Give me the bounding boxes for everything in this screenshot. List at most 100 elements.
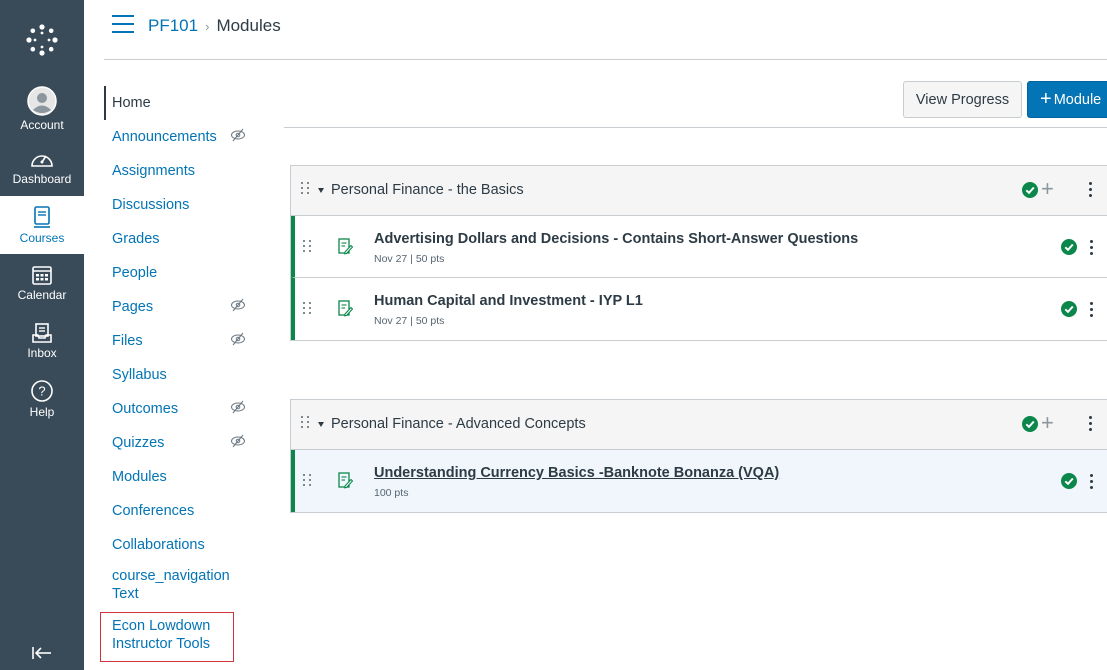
add-module-button[interactable]: + Module: [1027, 81, 1107, 118]
module-item[interactable]: Advertising Dollars and Decisions - Cont…: [291, 216, 1107, 278]
course-nav-course-navigation-text[interactable]: course_navigation Text: [104, 562, 252, 612]
module-item[interactable]: Understanding Currency Basics -Banknote …: [291, 450, 1107, 512]
course-nav-modules-label: Modules: [112, 469, 167, 485]
drag-handle-icon[interactable]: [303, 302, 312, 314]
collapse-nav-icon[interactable]: [0, 638, 84, 668]
course-nav-modules[interactable]: Modules: [104, 460, 252, 494]
drag-handle-icon[interactable]: [303, 474, 312, 486]
item-options-icon[interactable]: [1090, 240, 1093, 255]
published-check-icon[interactable]: [1022, 182, 1038, 198]
breadcrumb: PF101 › Modules: [148, 16, 281, 36]
course-nav-quizzes-label: Quizzes: [112, 435, 165, 451]
global-nav-inbox-label: Inbox: [27, 346, 57, 360]
module-item[interactable]: Human Capital and Investment - IYP L1 No…: [291, 278, 1107, 340]
course-nav-econ-lowdown-label: Econ Lowdown Instructor Tools: [112, 618, 211, 652]
canvas-logo-icon[interactable]: [0, 0, 84, 80]
module-header[interactable]: Personal Finance - the Basics +: [291, 166, 1107, 216]
course-nav-econ-lowdown-instructor-tools[interactable]: Econ Lowdown Instructor Tools: [100, 612, 234, 662]
course-nav-syllabus[interactable]: Syllabus: [104, 358, 252, 392]
module: Personal Finance - Advanced Concepts + U…: [290, 399, 1107, 513]
module-title[interactable]: Personal Finance - Advanced Concepts: [331, 416, 586, 432]
course-nav: Home Announcements Assignments Discussio…: [100, 86, 252, 662]
global-nav-inbox[interactable]: Inbox: [0, 312, 84, 370]
course-nav-files-label: Files: [112, 333, 143, 349]
course-nav-announcements-label: Announcements: [112, 129, 217, 145]
published-check-icon[interactable]: [1061, 301, 1077, 317]
assignment-icon: [338, 472, 353, 489]
course-nav-conferences-label: Conferences: [112, 503, 195, 519]
course-nav-assignments[interactable]: Assignments: [104, 154, 252, 188]
module-item-title[interactable]: Human Capital and Investment - IYP L1: [374, 293, 643, 309]
item-options-icon[interactable]: [1090, 302, 1093, 317]
courses-icon: [34, 206, 50, 228]
module-options-icon[interactable]: [1089, 182, 1092, 197]
hidden-eye-icon: [231, 128, 245, 142]
view-progress-button[interactable]: View Progress: [903, 81, 1022, 118]
header-divider: [284, 127, 1107, 128]
course-nav-quizzes[interactable]: Quizzes: [104, 426, 252, 460]
collapse-caret-icon[interactable]: [318, 188, 324, 193]
course-nav-outcomes[interactable]: Outcomes: [104, 392, 252, 426]
module: Personal Finance - the Basics + Advertis…: [290, 165, 1107, 341]
global-nav-courses[interactable]: Courses: [0, 196, 84, 254]
course-nav-discussions[interactable]: Discussions: [104, 188, 252, 222]
breadcrumb-current: Modules: [216, 16, 281, 35]
course-nav-home-label: Home: [112, 95, 151, 111]
item-options-icon[interactable]: [1090, 474, 1093, 489]
hidden-eye-icon: [231, 332, 245, 346]
dashboard-icon: [31, 155, 53, 167]
global-nav-dashboard-label: Dashboard: [12, 172, 72, 186]
course-nav-conferences[interactable]: Conferences: [104, 494, 252, 528]
hamburger-menu-icon[interactable]: [112, 15, 134, 33]
module-item-meta: Nov 27 | 50 pts: [374, 253, 445, 265]
published-check-icon[interactable]: [1022, 416, 1038, 432]
global-nav-account-label: Account: [20, 118, 64, 132]
plus-icon: +: [1040, 88, 1052, 110]
course-nav-announcements[interactable]: Announcements: [104, 120, 252, 154]
course-nav-collaborations[interactable]: Collaborations: [104, 528, 252, 562]
global-nav-account[interactable]: Account: [0, 80, 84, 138]
module-options-icon[interactable]: [1089, 416, 1092, 431]
global-nav-help[interactable]: ? Help: [0, 370, 84, 428]
top-divider: [104, 59, 1107, 60]
module-header[interactable]: Personal Finance - Advanced Concepts +: [291, 400, 1107, 450]
course-nav-pages-label: Pages: [112, 299, 154, 315]
add-item-plus-icon[interactable]: +: [1041, 176, 1054, 202]
drag-handle-icon[interactable]: [301, 416, 310, 428]
course-nav-home[interactable]: Home: [104, 86, 252, 120]
published-check-icon[interactable]: [1061, 473, 1077, 489]
drag-handle-icon[interactable]: [303, 240, 312, 252]
course-nav-collaborations-label: Collaborations: [112, 537, 205, 553]
course-nav-people-label: People: [112, 265, 158, 281]
global-nav: Account Dashboard Courses Calendar Inbox…: [0, 0, 84, 670]
course-nav-people[interactable]: People: [104, 256, 252, 290]
global-nav-calendar[interactable]: Calendar: [0, 254, 84, 312]
course-nav-files[interactable]: Files: [104, 324, 252, 358]
module-item-meta: 100 pts: [374, 487, 409, 499]
course-nav-grades[interactable]: Grades: [104, 222, 252, 256]
add-item-plus-icon[interactable]: +: [1041, 410, 1054, 436]
calendar-icon: [32, 266, 52, 285]
drag-handle-icon[interactable]: [301, 182, 310, 194]
hidden-eye-icon: [231, 400, 245, 414]
global-nav-courses-label: Courses: [19, 231, 65, 245]
breadcrumb-course-link[interactable]: PF101: [148, 16, 198, 36]
global-nav-dashboard[interactable]: Dashboard: [0, 138, 84, 196]
module-item-meta: Nov 27 | 50 pts: [374, 315, 445, 327]
course-nav-outcomes-label: Outcomes: [112, 401, 179, 417]
hidden-eye-icon: [231, 298, 245, 312]
course-nav-syllabus-label: Syllabus: [112, 367, 167, 383]
published-check-icon[interactable]: [1061, 239, 1077, 255]
course-nav-assignments-label: Assignments: [112, 163, 196, 179]
course-nav-discussions-label: Discussions: [112, 197, 190, 213]
top-bar: PF101 › Modules: [84, 0, 1107, 52]
add-module-label: Module: [1053, 91, 1102, 108]
collapse-caret-icon[interactable]: [318, 422, 324, 427]
breadcrumb-separator: ›: [205, 18, 210, 34]
account-icon: [27, 86, 57, 116]
module-item-title[interactable]: Understanding Currency Basics -Banknote …: [374, 465, 779, 481]
module-item-title[interactable]: Advertising Dollars and Decisions - Cont…: [374, 231, 858, 247]
course-nav-pages[interactable]: Pages: [104, 290, 252, 324]
module-title[interactable]: Personal Finance - the Basics: [331, 182, 524, 198]
inbox-icon: [32, 323, 52, 343]
